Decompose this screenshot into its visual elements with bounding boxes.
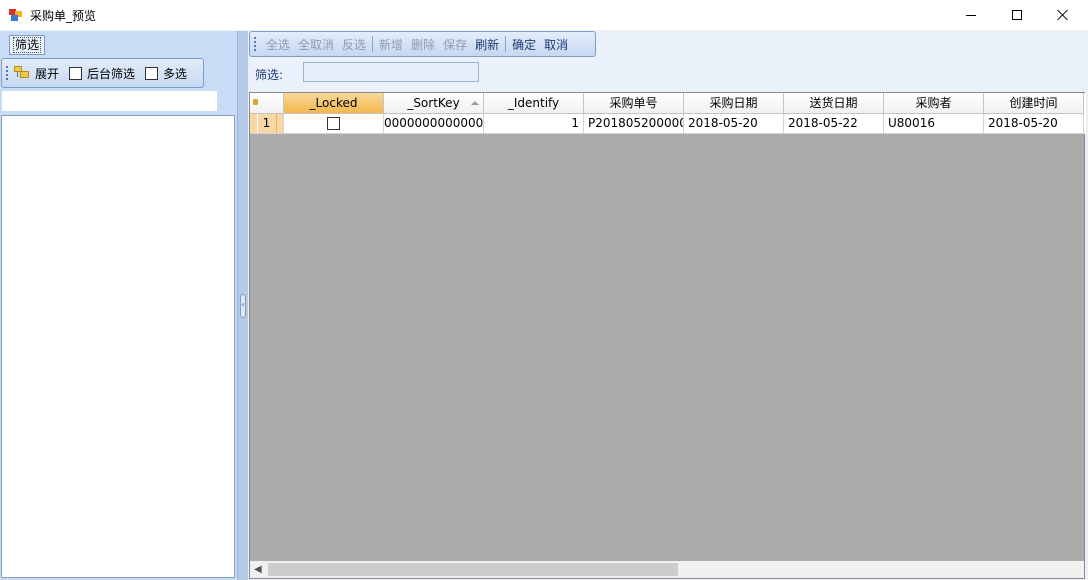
minimize-button[interactable] xyxy=(948,0,994,30)
locked-checkbox[interactable] xyxy=(327,117,340,130)
collapse-panel-icon[interactable]: ‹ xyxy=(240,294,246,318)
filter-panel: 筛选 展开 后台筛选 多选 xyxy=(0,31,238,580)
toolbar-grip[interactable] xyxy=(6,66,8,80)
close-icon xyxy=(1057,9,1069,21)
refresh-button[interactable]: 刷新 xyxy=(475,36,499,53)
invert-selection-button[interactable]: 反选 xyxy=(342,36,366,53)
table-row[interactable]: 1 0000000000000 1 P201805200000 2018-05-… xyxy=(250,114,1086,134)
column-header-delivery-date[interactable]: 送货日期 xyxy=(784,93,884,114)
column-header-locked[interactable]: _Locked xyxy=(284,93,384,114)
sort-ascending-icon xyxy=(471,101,479,105)
column-header-identify[interactable]: _Identify xyxy=(484,93,584,114)
window-title: 采购单_预览 xyxy=(30,9,97,23)
grid-corner-header[interactable] xyxy=(250,93,284,114)
multi-select-checkbox[interactable] xyxy=(145,66,159,80)
filter-tree[interactable] xyxy=(1,115,235,578)
data-grid[interactable]: _Locked _SortKey _Identify 采购单号 采购日期 送货日… xyxy=(249,92,1086,579)
cell-sortkey[interactable]: 0000000000000 xyxy=(384,114,484,134)
column-header-sortkey-label: _SortKey xyxy=(407,96,460,110)
toolbar-separator xyxy=(372,36,374,52)
grid-filter-input[interactable] xyxy=(303,62,479,82)
scrollbar-thumb[interactable] xyxy=(268,563,678,576)
row-number: 1 xyxy=(256,114,277,133)
maximize-icon xyxy=(1012,10,1022,20)
cell-created-time[interactable]: 2018-05-20 xyxy=(984,114,1084,134)
column-header-purchaser[interactable]: 采购者 xyxy=(884,93,984,114)
tab-filter[interactable]: 筛选 xyxy=(9,35,46,55)
cancel-button[interactable]: 取消 xyxy=(544,36,568,53)
toolbar-grip[interactable] xyxy=(254,37,256,51)
cell-purchase-date[interactable]: 2018-05-20 xyxy=(684,114,784,134)
deselect-all-button[interactable]: 全取消 xyxy=(298,36,334,53)
column-header-sortkey[interactable]: _SortKey xyxy=(384,93,484,114)
expand-button[interactable]: 展开 xyxy=(35,65,59,82)
save-button[interactable]: 保存 xyxy=(443,36,467,53)
app-icon xyxy=(9,9,22,21)
filter-search-input[interactable] xyxy=(2,91,217,111)
horizontal-scrollbar[interactable]: ◀ xyxy=(250,561,1084,578)
toolbar-separator xyxy=(505,36,507,52)
backend-filter-checkbox[interactable] xyxy=(69,66,83,80)
scroll-left-icon[interactable]: ◀ xyxy=(254,564,262,575)
lock-icon xyxy=(253,99,258,105)
cell-delivery-date[interactable]: 2018-05-22 xyxy=(784,114,884,134)
filter-toolbar: 展开 后台筛选 多选 xyxy=(1,58,204,88)
cell-locked[interactable] xyxy=(284,114,384,134)
column-header-purchase-date[interactable]: 采购日期 xyxy=(684,93,784,114)
close-button[interactable] xyxy=(1040,0,1086,30)
column-header-created-time[interactable]: 创建时间 xyxy=(984,93,1084,114)
expand-icon[interactable] xyxy=(14,66,30,80)
select-all-button[interactable]: 全选 xyxy=(266,36,290,53)
data-toolbar: 全选 全取消 反选 新增 删除 保存 刷新 确定 取消 xyxy=(249,31,596,57)
title-bar: 采购单_预览 xyxy=(0,0,1088,30)
grid-header-row: _Locked _SortKey _Identify 采购单号 采购日期 送货日… xyxy=(250,93,1086,114)
grid-filter-label: 筛选: xyxy=(255,68,284,82)
cell-po-number[interactable]: P201805200000 xyxy=(584,114,684,134)
tab-filter-label: 筛选 xyxy=(13,37,42,53)
maximize-button[interactable] xyxy=(994,0,1040,30)
confirm-button[interactable]: 确定 xyxy=(512,36,536,53)
cell-identify[interactable]: 1 xyxy=(484,114,584,134)
minimize-icon xyxy=(966,14,976,16)
backend-filter-label: 后台筛选 xyxy=(87,66,136,81)
column-header-po-number[interactable]: 采购单号 xyxy=(584,93,684,114)
row-header[interactable]: 1 xyxy=(250,114,284,134)
multi-select-label: 多选 xyxy=(163,66,188,81)
delete-button[interactable]: 删除 xyxy=(411,36,435,53)
add-button[interactable]: 新增 xyxy=(379,36,403,53)
cell-purchaser[interactable]: U80016 xyxy=(884,114,984,134)
